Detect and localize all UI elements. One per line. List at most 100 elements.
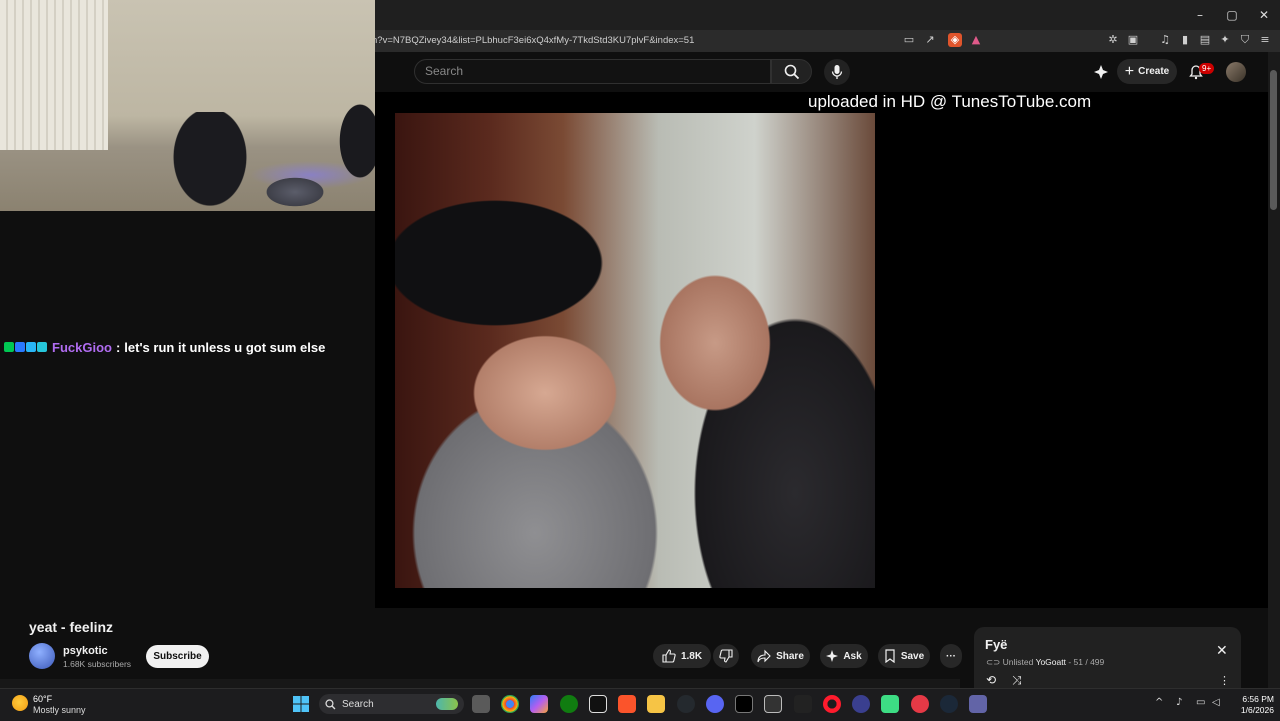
subscribe-button[interactable]: Subscribe [146, 645, 209, 668]
taskbar-search-label: Search [342, 698, 374, 710]
maximize-button[interactable]: ▢ [1216, 0, 1248, 30]
voice-search-button[interactable] [824, 59, 850, 85]
chat-username: FuckGioo [52, 339, 112, 355]
like-button[interactable]: 1.8K [653, 644, 711, 668]
wallet-icon[interactable]: ▤ [1198, 33, 1212, 47]
teams-icon[interactable] [969, 695, 987, 713]
chat-badge-icon [15, 342, 25, 352]
video-artwork-image [395, 113, 875, 588]
chat-text: let's run it unless u got sum else [124, 339, 326, 355]
notifications-badge: 9+ [1199, 63, 1215, 74]
share-label: Share [776, 650, 804, 662]
github-icon[interactable] [677, 695, 695, 713]
search-input[interactable] [414, 59, 771, 84]
more-actions-button[interactable]: ··· [940, 644, 962, 668]
channel-avatar[interactable] [29, 643, 55, 669]
chat-badge-icon [26, 342, 36, 352]
android-icon[interactable] [881, 695, 899, 713]
terminal-icon[interactable] [735, 695, 753, 713]
thumbs-up-icon [662, 649, 676, 663]
create-button[interactable]: + Create [1117, 59, 1177, 84]
leo-ai-icon[interactable]: ✦ [1218, 33, 1232, 47]
vpn-icon[interactable]: ⛉ [1238, 33, 1252, 47]
account-avatar[interactable] [1226, 62, 1246, 82]
keyboard-icon[interactable] [764, 695, 782, 713]
task-view-icon[interactable] [472, 695, 490, 713]
dislike-button[interactable] [713, 644, 739, 668]
second-chair-image [338, 96, 375, 186]
capcut-icon[interactable] [589, 695, 607, 713]
search-button[interactable] [771, 59, 812, 84]
chat-badge-icon [4, 342, 14, 352]
window-controls: – ▢ ✕ [1184, 0, 1280, 30]
chat-separator: : [115, 339, 121, 355]
playlist-owner[interactable]: YoGoatt [1036, 657, 1066, 667]
bookmark-icon [885, 649, 895, 663]
url-text[interactable]: n?v=N7BQZivey34&list=PLbhucF3ei6xQ4xfMy-… [372, 30, 694, 52]
subscriber-count: 1.68K subscribers [63, 659, 132, 669]
weather-description[interactable]: Mostly sunny [33, 705, 86, 715]
microphone-icon [831, 65, 843, 79]
shuffle-icon[interactable]: ⤨ [1012, 673, 1022, 688]
gaming-chair-image [160, 112, 260, 211]
unlisted-icon: ⊂⊃ [986, 657, 1001, 667]
loop-icon[interactable]: ⟲ [986, 673, 996, 687]
brave-icon[interactable] [618, 695, 636, 713]
minimize-button[interactable]: – [1184, 0, 1216, 30]
steam-icon[interactable] [940, 695, 958, 713]
chat-message: FuckGioo : let's run it unless u got sum… [4, 338, 325, 356]
screenshot-icon[interactable]: ▣ [1126, 33, 1140, 47]
show-hidden-icons-icon[interactable]: ^ [1155, 697, 1163, 708]
sparkle-icon [826, 650, 839, 662]
playlist-close-button[interactable]: ✕ [1216, 643, 1228, 659]
brave-shield-icon[interactable]: ◈ [948, 33, 962, 47]
share-button[interactable]: Share [751, 644, 810, 668]
blank-app-icon[interactable] [794, 695, 812, 713]
brave-rewards-icon[interactable]: ▲ [969, 33, 983, 47]
share-icon [757, 649, 771, 663]
weather-sun-icon[interactable] [12, 695, 28, 711]
windows-start-icon[interactable] [293, 696, 309, 712]
cast-icon[interactable]: ▭ [902, 33, 916, 47]
playlist-title[interactable]: Fyë [985, 637, 1007, 652]
video-title: yeat - feelinz [29, 619, 114, 635]
copilot-icon[interactable] [530, 695, 548, 713]
app-icon[interactable] [852, 695, 870, 713]
create-label: Create [1138, 66, 1170, 77]
media-icon[interactable]: ♫ [1158, 33, 1172, 47]
playlist-meta: ⊂⊃ Unlisted YoGoatt - 51 / 499 [986, 657, 1104, 668]
clothes-pile-image [255, 170, 335, 211]
chat-badge-icon [37, 342, 47, 352]
gemini-sparkle-icon[interactable] [1093, 64, 1109, 80]
microphone-tray-icon[interactable]: ♪ [1176, 697, 1182, 708]
playlist-position: - 51 / 499 [1068, 657, 1105, 667]
weather-temperature[interactable]: 60°F [33, 694, 52, 704]
share-page-icon[interactable]: ↗ [923, 33, 937, 47]
volume-icon[interactable]: ◁ [1212, 697, 1220, 708]
wps-icon[interactable] [911, 695, 929, 713]
playlist-menu-icon[interactable]: ⋮ [1219, 674, 1230, 687]
ask-label: Ask [843, 650, 862, 662]
xbox-icon[interactable] [560, 695, 578, 713]
chrome-icon[interactable] [501, 695, 519, 713]
clock-date[interactable]: 1/6/2026 [1230, 705, 1274, 715]
display-tray-icon[interactable]: ▭ [1196, 697, 1205, 708]
ask-button[interactable]: Ask [820, 644, 868, 668]
extensions-icon[interactable]: ✲ [1106, 33, 1120, 47]
scrollbar-thumb[interactable] [1270, 70, 1277, 210]
menu-icon[interactable]: ≡ [1258, 33, 1272, 47]
playlist-visibility: Unlisted [1002, 657, 1034, 667]
taskbar-search[interactable]: Search [319, 694, 464, 714]
close-window-button[interactable]: ✕ [1248, 0, 1280, 30]
folder-icon[interactable] [647, 695, 665, 713]
like-count: 1.8K [680, 650, 703, 662]
channel-name[interactable]: psykotic [63, 645, 108, 657]
clock-time[interactable]: 6:56 PM [1234, 694, 1274, 704]
discord-icon[interactable] [706, 695, 724, 713]
video-watermark-text: uploaded in HD @ TunesToTube.com [808, 92, 1092, 111]
windows-taskbar [0, 688, 1280, 721]
opera-icon[interactable] [823, 695, 841, 713]
thumbs-down-icon [719, 649, 733, 663]
sidebar-icon[interactable]: ▮ [1178, 33, 1192, 47]
save-button[interactable]: Save [878, 644, 930, 668]
